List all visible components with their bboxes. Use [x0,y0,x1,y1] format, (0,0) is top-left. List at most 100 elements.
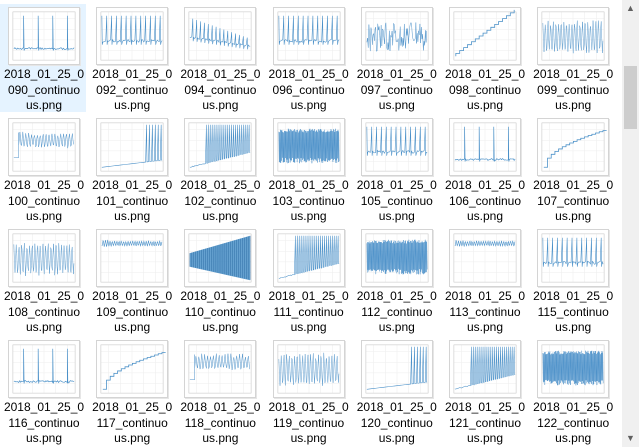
file-name-label: 2018_01_25_0 100_continuo us.png [1,178,87,225]
file-thumbnail [449,7,521,65]
file-item[interactable]: 2018_01_25_0 107_continuo us.png [529,115,615,223]
file-thumbnail [272,340,345,398]
file-thumbnail [272,118,345,176]
file-item[interactable]: 2018_01_25_0 118_continuo us.png [176,337,262,445]
file-name-label: 2018_01_25_0 110_continuo us.png [177,289,263,336]
file-item[interactable]: 2018_01_25_0 105_continuo us.png [353,115,439,223]
file-thumbnail [272,7,345,65]
file-item[interactable]: 2018_01_25_0 116_continuo us.png [0,337,86,445]
file-item[interactable]: 2018_01_25_0 092_continuo us.png [88,4,174,112]
file-thumbnail [184,7,257,65]
file-name-line: 2018_01_25_0 [533,400,614,414]
file-name-line: 101_continuo [96,193,169,208]
file-item[interactable]: 2018_01_25_0 117_continuo us.png [88,337,174,445]
file-item[interactable]: 2018_01_25_0 097_continuo us.png [353,4,439,112]
file-thumbnail [449,340,521,398]
file-name-label: 2018_01_25_0 120_continuo us.png [354,400,440,447]
file-name-line: 108_continuo [7,304,81,319]
file-item[interactable]: 2018_01_25_0 109_continuo us.png [88,226,174,334]
file-name-line: 111_continuo [273,304,344,319]
file-item[interactable]: 2018_01_25_0 106_continuo us.png [441,115,527,223]
file-item[interactable]: 2018_01_25_0 094_continuo us.png [176,4,262,112]
file-item[interactable]: 2018_01_25_0 113_continuo us.png [441,226,527,334]
file-name-line: 119_continuo [273,415,345,430]
file-thumbnail [96,229,169,287]
file-name-line: us.png [114,320,151,334]
file-name-line: us.png [202,209,239,223]
file-name-label: 2018_01_25_0 090_continuo us.png [1,67,87,114]
file-name-label: 2018_01_25_0 103_continuo us.png [266,178,352,225]
file-item[interactable]: 2018_01_25_0 101_continuo us.png [88,115,174,223]
file-name-label: 2018_01_25_0 107_continuo us.png [530,178,616,225]
file-name-line: 122_continuo [537,415,610,430]
file-name-line: us.png [25,320,63,334]
file-item[interactable]: 2018_01_25_0 121_continuo us.png [441,337,527,445]
file-item[interactable]: 2018_01_25_0 090_continuo us.png [0,4,86,112]
file-name-line: 2018_01_25_0 [92,67,173,81]
file-name-label: 2018_01_25_0 106_continuo us.png [442,178,528,225]
file-name-line: 2018_01_25_0 [180,289,261,303]
file-item[interactable]: 2018_01_25_0 100_continuo us.png [0,115,86,223]
chevron-down-icon[interactable]: ▼ [622,430,639,447]
file-item[interactable]: 2018_01_25_0 112_continuo us.png [353,226,439,334]
file-item[interactable]: 2018_01_25_0 096_continuo us.png [265,4,351,112]
file-thumbnail [537,118,610,176]
file-item[interactable]: 2018_01_25_0 110_continuo us.png [176,226,262,334]
file-grid: 2018_01_25_0 090_continuo us.png 2018_01_25… [0,0,620,447]
file-name-line: 2018_01_25_0 [533,178,614,192]
file-name-line: 2018_01_25_0 [356,67,437,81]
file-name-line: us.png [290,320,327,334]
file-name-line: 2018_01_25_0 [444,289,526,303]
file-thumbnail [449,118,521,176]
file-name-label: 2018_01_25_0 115_continuo us.png [530,289,616,336]
file-thumbnail [96,340,169,398]
file-thumbnail [8,118,80,176]
chevron-up-icon[interactable]: ▲ [622,0,639,17]
file-name-line: us.png [114,431,151,445]
file-name-line: us.png [378,431,415,445]
file-item[interactable]: 2018_01_25_0 098_continuo us.png [441,4,527,112]
file-name-line: us.png [25,431,63,445]
file-name-line: 096_continuo [272,82,345,97]
file-item[interactable]: 2018_01_25_0 122_continuo us.png [529,337,615,445]
file-thumbnail [184,340,257,398]
file-item[interactable]: 2018_01_25_0 099_continuo us.png [529,4,615,112]
file-thumbnail [360,229,433,287]
file-name-label: 2018_01_25_0 105_continuo us.png [354,178,440,225]
file-thumbnail [537,229,610,287]
file-item[interactable]: 2018_01_25_0 102_continuo us.png [176,115,262,223]
file-name-label: 2018_01_25_0 113_continuo us.png [442,289,528,336]
file-thumbnail [537,7,610,65]
file-name-line: us.png [25,209,63,223]
file-name-line: 2018_01_25_0 [3,178,85,192]
file-name-line: 2018_01_25_0 [180,178,261,192]
file-name-line: us.png [466,431,504,445]
file-name-line: 118_continuo [184,415,256,430]
file-name-label: 2018_01_25_0 108_continuo us.png [1,289,87,336]
file-item[interactable]: 2018_01_25_0 108_continuo us.png [0,226,86,334]
file-name-line: 090_continuo [7,82,81,97]
file-name-line: 115_continuo [537,304,609,319]
scrollbar-thumb[interactable] [624,66,637,129]
file-name-line: us.png [290,209,327,223]
file-item[interactable]: 2018_01_25_0 119_continuo us.png [265,337,351,445]
file-name-line: 097_continuo [360,82,433,97]
file-item[interactable]: 2018_01_25_0 111_continuo us.png [265,226,351,334]
file-name-line: 2018_01_25_0 [3,67,85,81]
file-item[interactable]: 2018_01_25_0 120_continuo us.png [353,337,439,445]
vertical-scrollbar[interactable]: ▲ ▼ [622,0,639,447]
file-name-line: 120_continuo [360,415,433,430]
file-thumbnail [8,229,80,287]
file-name-line: 2018_01_25_0 [180,400,261,414]
file-name-line: us.png [378,320,415,334]
file-name-line: 121_continuo [448,415,522,430]
file-name-line: 2018_01_25_0 [356,400,437,414]
file-thumbnail [272,229,345,287]
file-name-line: 113_continuo [449,304,521,319]
file-name-line: us.png [202,320,239,334]
file-name-line: 2018_01_25_0 [444,178,526,192]
file-name-line: 092_continuo [96,82,169,97]
file-name-line: us.png [555,431,592,445]
file-item[interactable]: 2018_01_25_0 103_continuo us.png [265,115,351,223]
file-item[interactable]: 2018_01_25_0 115_continuo us.png [529,226,615,334]
